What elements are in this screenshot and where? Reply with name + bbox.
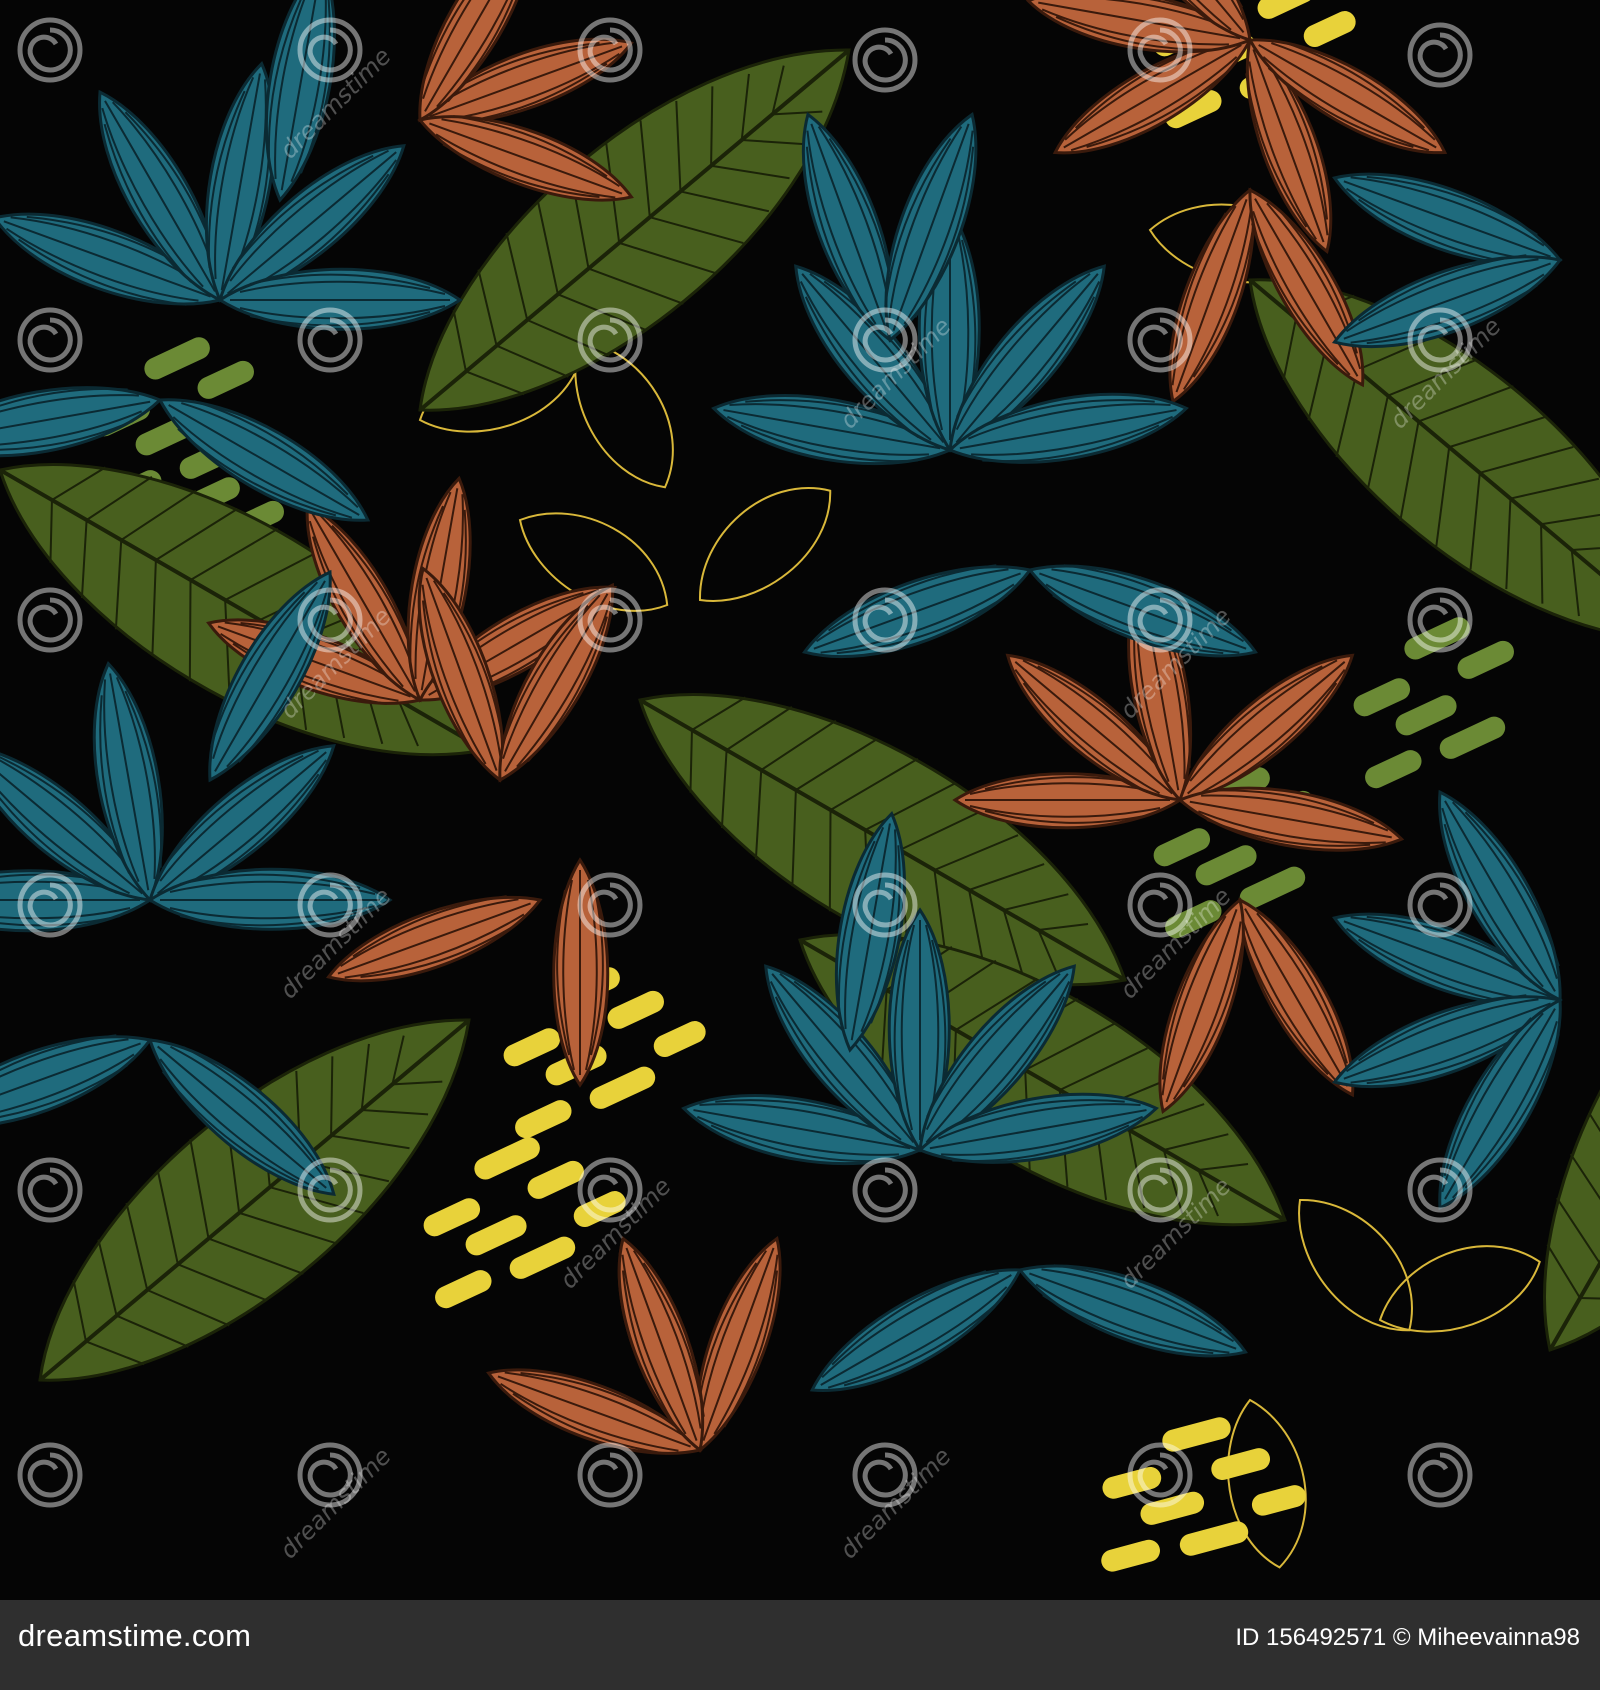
tropical-leaf-pattern-artwork: dreamstime dreamstime dreamstime dreamst… bbox=[0, 0, 1600, 1600]
footer-logo-text[interactable]: dreamstime.com bbox=[18, 1618, 251, 1654]
stock-footer-bar: dreamstime.com ID 156492571 © Miheevainn… bbox=[0, 1600, 1600, 1690]
footer-image-id: ID 156492571 © Miheevainna98 bbox=[1235, 1624, 1580, 1651]
